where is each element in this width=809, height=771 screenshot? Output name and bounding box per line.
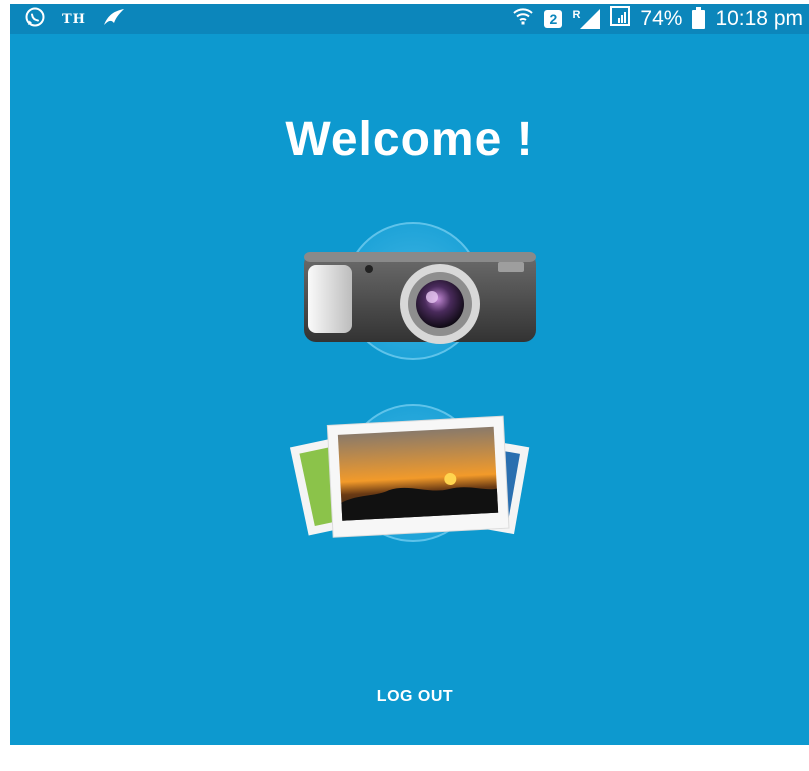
camera-button[interactable] [278, 219, 548, 369]
photo-gallery-icon [289, 404, 530, 542]
battery-percent: 74% [640, 7, 683, 30]
sim-icon: 2 [544, 10, 563, 28]
wifi-icon [512, 6, 534, 32]
signal-icon-secondary [610, 6, 631, 32]
whatsapp-icon [24, 6, 46, 33]
signal-icon: R [572, 9, 601, 29]
welcome-title: Welcome ! [285, 113, 534, 166]
battery-icon [692, 6, 706, 29]
status-left-text: TH [62, 11, 86, 27]
status-time: 10:18 pm [715, 7, 803, 30]
camera-icon [304, 222, 536, 360]
hangouts-icon [102, 7, 126, 32]
gallery-button[interactable] [278, 399, 548, 549]
logout-button[interactable]: LOG OUT [310, 680, 520, 714]
roaming-label: R [572, 9, 581, 21]
status-bar: TH 2 R 74% 10:18 pm [10, 4, 809, 34]
app-screen: TH 2 R 74% 10:18 pm Welcome ! LOG OUT [10, 4, 809, 745]
